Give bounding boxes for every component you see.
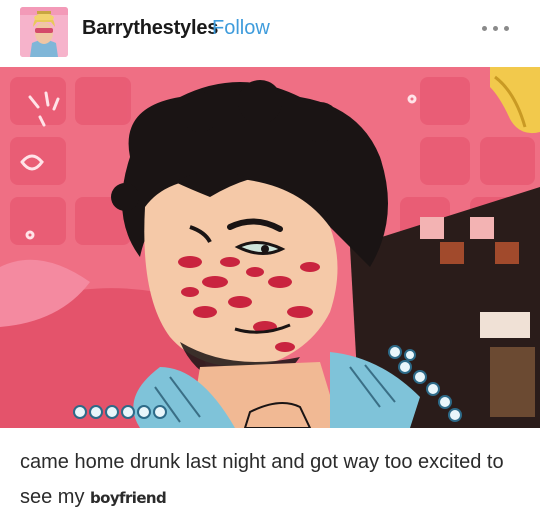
post-image[interactable] bbox=[0, 67, 540, 428]
more-options-icon[interactable] bbox=[478, 22, 514, 36]
dot bbox=[504, 26, 509, 31]
illustration bbox=[0, 67, 540, 428]
follow-button[interactable]: Follow bbox=[212, 17, 270, 40]
dot bbox=[493, 26, 498, 31]
dot bbox=[482, 26, 487, 31]
username-link[interactable]: Barrythestyles bbox=[82, 17, 218, 40]
caption-small-word: boyfriend bbox=[90, 489, 167, 507]
avatar[interactable] bbox=[20, 7, 68, 57]
post-caption: came home drunk last night and got way t… bbox=[20, 445, 520, 516]
avatar-image bbox=[20, 7, 68, 57]
post-header: Barrythestyles Follow bbox=[0, 0, 540, 64]
